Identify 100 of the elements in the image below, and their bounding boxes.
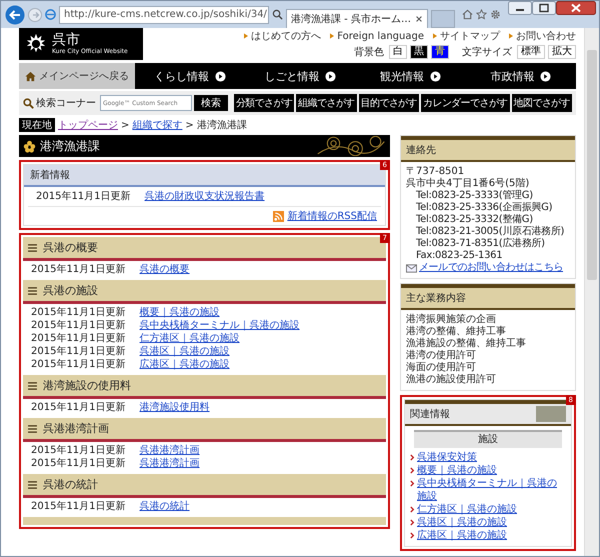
- arrow-circle-icon: [325, 70, 336, 82]
- update-date: 2015年11月1日更新: [31, 358, 126, 371]
- update-date: 2015年11月1日更新: [31, 345, 126, 358]
- maximize-button[interactable]: [532, 1, 556, 15]
- breadcrumb-separator: >: [121, 120, 130, 130]
- phone-line: Tel:0823-25-3336(企画振興G): [415, 202, 554, 214]
- nav-tab[interactable]: くらし情報: [135, 63, 246, 89]
- breadcrumb-current: 港湾漁港課: [196, 118, 247, 132]
- duty-item: 港湾の使用許可: [406, 350, 477, 362]
- close-icon[interactable]: [414, 15, 423, 23]
- update-date: 2015年11月1日更新: [31, 332, 126, 345]
- text-size-option[interactable]: 拡大: [548, 45, 576, 59]
- header-link[interactable]: お問い合わせ: [516, 29, 576, 43]
- section-title: 港湾施設の使用料: [43, 378, 131, 393]
- finder-button[interactable]: 組織でさがす: [296, 94, 357, 112]
- news-link[interactable]: 呉港の財政収支状況報告書: [144, 190, 265, 203]
- background-color-option[interactable]: 青: [431, 45, 449, 59]
- search-icon[interactable]: [272, 9, 283, 20]
- home-icon[interactable]: [462, 9, 473, 20]
- flower-icon: [23, 140, 36, 152]
- article-link[interactable]: 呉港区｜呉港の施設: [140, 345, 230, 358]
- finder-button[interactable]: 分類でさがす: [234, 94, 294, 112]
- nav-tab[interactable]: 市政情報: [466, 63, 576, 89]
- header-link[interactable]: サイトマップ: [440, 29, 500, 43]
- panel-heading: 主な業務内容: [401, 284, 575, 310]
- duty-item: 漁港施設の整備、維持工事: [406, 338, 527, 350]
- related-link[interactable]: 広港区｜呉港の施設: [417, 529, 507, 542]
- browser-tab[interactable]: 港湾漁港課 - 呉市ホーム…: [286, 9, 428, 28]
- text-size-option[interactable]: 標準: [517, 45, 545, 59]
- finder-button[interactable]: 目的でさがす: [358, 94, 419, 112]
- header-link[interactable]: Foreign language: [337, 30, 424, 42]
- update-date: 2015年11月1日更新: [31, 500, 126, 513]
- background-color-option[interactable]: 黒: [410, 45, 428, 59]
- section-title: 呉港の施設: [43, 283, 98, 298]
- page-icon: [45, 9, 56, 20]
- section-title: 呉港の統計: [43, 477, 98, 492]
- home-icon: [25, 70, 36, 82]
- article-link[interactable]: 呉港港湾計画: [140, 457, 200, 470]
- related-link[interactable]: 呉港区｜呉港の施設: [417, 516, 507, 529]
- search-button[interactable]: 検索: [194, 95, 228, 111]
- background-color-option[interactable]: 白: [389, 45, 407, 59]
- settings-icon[interactable]: [490, 9, 501, 20]
- article-link[interactable]: 概要｜呉港の施設: [140, 306, 220, 319]
- related-link[interactable]: 呉港保安対策: [417, 451, 477, 464]
- article-link[interactable]: 港湾施設使用料: [140, 401, 210, 414]
- duty-item: 港湾振興施策の企画: [406, 314, 497, 326]
- mail-link[interactable]: メールでのお問い合わせはこちら: [419, 262, 564, 274]
- panel-heading: 関連情報: [410, 408, 450, 421]
- breadcrumb-link[interactable]: トップページ: [58, 118, 118, 132]
- arrow-circle-icon: [215, 70, 226, 82]
- section-title: 呉港の概要: [43, 240, 98, 255]
- main-page-link[interactable]: メインページへ戻る: [19, 63, 135, 89]
- postal-code: 〒737-8501: [406, 166, 466, 178]
- mail-icon: [406, 262, 417, 274]
- article-link[interactable]: 広港区｜呉港の施設: [140, 358, 230, 371]
- arrow-circle-icon: [540, 70, 552, 82]
- current-location-badge: 現在地: [19, 118, 55, 132]
- list-icon: [28, 244, 37, 252]
- page-title: 港湾漁港課: [40, 138, 100, 154]
- phone-line: Fax:0823-25-1361: [415, 250, 504, 262]
- scrollbar[interactable]: [584, 28, 599, 556]
- address-bar[interactable]: http://kure-cms.netcrew.co.jp/soshiki/34/: [59, 6, 269, 24]
- finder-button[interactable]: カレンダーでさがす: [420, 94, 510, 112]
- related-link[interactable]: 概要｜呉港の施設: [417, 464, 497, 477]
- related-link[interactable]: 仁方港区｜呉港の施設: [417, 503, 517, 516]
- finder-button[interactable]: 地図でさがす: [512, 94, 572, 112]
- rss-link[interactable]: 新着情報のRSS配信: [287, 209, 377, 223]
- list-icon: [28, 480, 37, 488]
- update-date: 2015年11月1日更新: [31, 444, 126, 457]
- breadcrumb-link[interactable]: 組織で探す: [132, 118, 182, 132]
- header-link[interactable]: はじめての方へ: [251, 29, 322, 43]
- nav-tab[interactable]: しごと情報: [245, 63, 356, 89]
- minimize-button[interactable]: [508, 1, 532, 15]
- duty-item: 海面の使用許可: [406, 362, 477, 374]
- phone-line: Tel:0823-71-8351(広港務所): [415, 238, 546, 250]
- search-icon: [23, 98, 34, 108]
- update-date: 2015年11月1日更新: [31, 263, 126, 276]
- article-link[interactable]: 呉港港湾計画: [140, 444, 200, 457]
- panel-heading: 連絡先: [401, 136, 575, 162]
- back-button[interactable]: [5, 4, 25, 24]
- triangle-icon: [509, 33, 513, 39]
- article-link[interactable]: 呉港の統計: [140, 500, 190, 513]
- phone-line: Tel:0823-21-3005(川原石港務所): [415, 226, 566, 238]
- arrow-circle-icon: [430, 70, 442, 82]
- photo-placeholder: [536, 406, 566, 422]
- article-link[interactable]: 呉港の概要: [140, 263, 190, 276]
- close-window-button[interactable]: [556, 1, 596, 15]
- background-color-label: 背景色: [354, 46, 384, 59]
- rss-icon: [273, 210, 284, 222]
- article-link[interactable]: 仁方港区｜呉港の施設: [140, 332, 240, 345]
- duty-item: 漁港の施設使用許可: [406, 374, 497, 386]
- triangle-icon: [433, 33, 437, 39]
- scrollbar-thumb[interactable]: [587, 50, 597, 280]
- star-icon[interactable]: [476, 9, 487, 20]
- article-link[interactable]: 呉中央桟橋ターミナル｜呉港の施設: [140, 319, 300, 332]
- nav-tab[interactable]: 観光情報: [356, 63, 466, 89]
- triangle-icon: [330, 33, 334, 39]
- subheading: 施設: [414, 430, 562, 448]
- phone-line: Tel:0823-25-3333(管理G): [415, 190, 534, 202]
- related-link[interactable]: 呉中央桟橋ターミナル｜呉港の施設: [417, 477, 566, 503]
